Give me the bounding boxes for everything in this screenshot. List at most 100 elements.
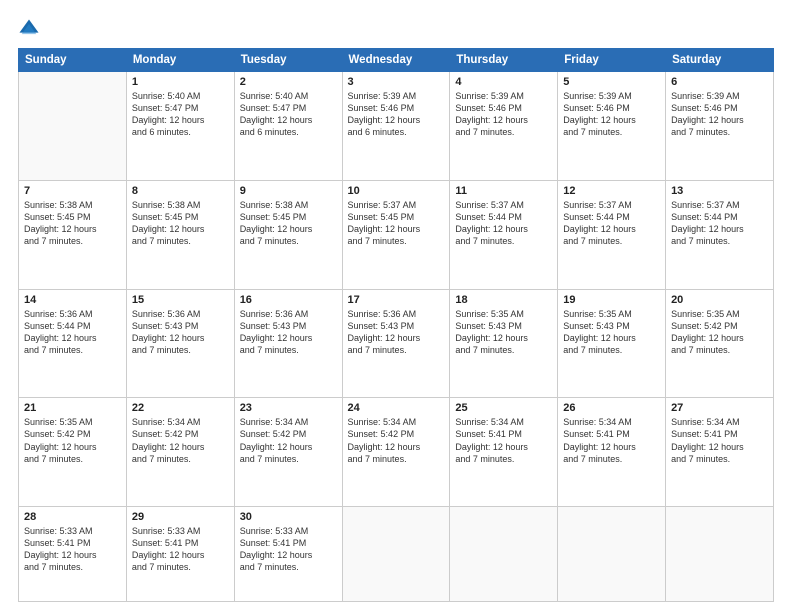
day-number: 17: [348, 294, 445, 306]
day-info: Sunrise: 5:34 AM Sunset: 5:42 PM Dayligh…: [348, 416, 445, 465]
day-info: Sunrise: 5:38 AM Sunset: 5:45 PM Dayligh…: [132, 199, 229, 248]
day-info: Sunrise: 5:34 AM Sunset: 5:41 PM Dayligh…: [455, 416, 552, 465]
day-info: Sunrise: 5:36 AM Sunset: 5:43 PM Dayligh…: [348, 308, 445, 357]
day-cell: 12 Sunrise: 5:37 AM Sunset: 5:44 PM Dayl…: [558, 180, 666, 289]
day-cell: 23 Sunrise: 5:34 AM Sunset: 5:42 PM Dayl…: [234, 398, 342, 507]
day-cell: 14 Sunrise: 5:36 AM Sunset: 5:44 PM Dayl…: [19, 289, 127, 398]
day-cell: 8 Sunrise: 5:38 AM Sunset: 5:45 PM Dayli…: [126, 180, 234, 289]
day-number: 24: [348, 402, 445, 414]
day-info: Sunrise: 5:35 AM Sunset: 5:43 PM Dayligh…: [563, 308, 660, 357]
day-cell: 7 Sunrise: 5:38 AM Sunset: 5:45 PM Dayli…: [19, 180, 127, 289]
day-number: 26: [563, 402, 660, 414]
day-cell: [19, 72, 127, 181]
day-number: 27: [671, 402, 768, 414]
day-cell: 9 Sunrise: 5:38 AM Sunset: 5:45 PM Dayli…: [234, 180, 342, 289]
weekday-header-sunday: Sunday: [19, 49, 127, 72]
day-number: 10: [348, 185, 445, 197]
day-cell: 13 Sunrise: 5:37 AM Sunset: 5:44 PM Dayl…: [666, 180, 774, 289]
day-cell: 4 Sunrise: 5:39 AM Sunset: 5:46 PM Dayli…: [450, 72, 558, 181]
day-cell: 27 Sunrise: 5:34 AM Sunset: 5:41 PM Dayl…: [666, 398, 774, 507]
day-cell: 15 Sunrise: 5:36 AM Sunset: 5:43 PM Dayl…: [126, 289, 234, 398]
day-number: 19: [563, 294, 660, 306]
day-info: Sunrise: 5:39 AM Sunset: 5:46 PM Dayligh…: [563, 90, 660, 139]
day-cell: [666, 507, 774, 602]
day-number: 5: [563, 76, 660, 88]
day-cell: 1 Sunrise: 5:40 AM Sunset: 5:47 PM Dayli…: [126, 72, 234, 181]
day-cell: 10 Sunrise: 5:37 AM Sunset: 5:45 PM Dayl…: [342, 180, 450, 289]
day-cell: 2 Sunrise: 5:40 AM Sunset: 5:47 PM Dayli…: [234, 72, 342, 181]
week-row-4: 21 Sunrise: 5:35 AM Sunset: 5:42 PM Dayl…: [19, 398, 774, 507]
logo: [18, 18, 44, 40]
week-row-3: 14 Sunrise: 5:36 AM Sunset: 5:44 PM Dayl…: [19, 289, 774, 398]
day-info: Sunrise: 5:38 AM Sunset: 5:45 PM Dayligh…: [24, 199, 121, 248]
day-info: Sunrise: 5:33 AM Sunset: 5:41 PM Dayligh…: [132, 525, 229, 574]
week-row-5: 28 Sunrise: 5:33 AM Sunset: 5:41 PM Dayl…: [19, 507, 774, 602]
day-info: Sunrise: 5:35 AM Sunset: 5:43 PM Dayligh…: [455, 308, 552, 357]
day-cell: 5 Sunrise: 5:39 AM Sunset: 5:46 PM Dayli…: [558, 72, 666, 181]
day-number: 20: [671, 294, 768, 306]
day-info: Sunrise: 5:36 AM Sunset: 5:44 PM Dayligh…: [24, 308, 121, 357]
day-info: Sunrise: 5:40 AM Sunset: 5:47 PM Dayligh…: [132, 90, 229, 139]
day-cell: 24 Sunrise: 5:34 AM Sunset: 5:42 PM Dayl…: [342, 398, 450, 507]
day-cell: 20 Sunrise: 5:35 AM Sunset: 5:42 PM Dayl…: [666, 289, 774, 398]
day-info: Sunrise: 5:35 AM Sunset: 5:42 PM Dayligh…: [24, 416, 121, 465]
day-cell: 22 Sunrise: 5:34 AM Sunset: 5:42 PM Dayl…: [126, 398, 234, 507]
day-info: Sunrise: 5:34 AM Sunset: 5:42 PM Dayligh…: [132, 416, 229, 465]
day-info: Sunrise: 5:37 AM Sunset: 5:44 PM Dayligh…: [455, 199, 552, 248]
day-info: Sunrise: 5:40 AM Sunset: 5:47 PM Dayligh…: [240, 90, 337, 139]
day-cell: 19 Sunrise: 5:35 AM Sunset: 5:43 PM Dayl…: [558, 289, 666, 398]
day-cell: 6 Sunrise: 5:39 AM Sunset: 5:46 PM Dayli…: [666, 72, 774, 181]
day-info: Sunrise: 5:37 AM Sunset: 5:44 PM Dayligh…: [563, 199, 660, 248]
weekday-header-tuesday: Tuesday: [234, 49, 342, 72]
day-info: Sunrise: 5:34 AM Sunset: 5:41 PM Dayligh…: [563, 416, 660, 465]
week-row-2: 7 Sunrise: 5:38 AM Sunset: 5:45 PM Dayli…: [19, 180, 774, 289]
day-cell: [558, 507, 666, 602]
day-number: 28: [24, 511, 121, 523]
day-info: Sunrise: 5:35 AM Sunset: 5:42 PM Dayligh…: [671, 308, 768, 357]
day-cell: 30 Sunrise: 5:33 AM Sunset: 5:41 PM Dayl…: [234, 507, 342, 602]
day-number: 30: [240, 511, 337, 523]
day-number: 8: [132, 185, 229, 197]
day-number: 3: [348, 76, 445, 88]
calendar-table: SundayMondayTuesdayWednesdayThursdayFrid…: [18, 48, 774, 602]
day-number: 12: [563, 185, 660, 197]
day-number: 9: [240, 185, 337, 197]
weekday-header-monday: Monday: [126, 49, 234, 72]
day-info: Sunrise: 5:33 AM Sunset: 5:41 PM Dayligh…: [24, 525, 121, 574]
week-row-1: 1 Sunrise: 5:40 AM Sunset: 5:47 PM Dayli…: [19, 72, 774, 181]
day-info: Sunrise: 5:34 AM Sunset: 5:41 PM Dayligh…: [671, 416, 768, 465]
day-number: 23: [240, 402, 337, 414]
weekday-header-thursday: Thursday: [450, 49, 558, 72]
weekday-header-friday: Friday: [558, 49, 666, 72]
day-number: 16: [240, 294, 337, 306]
day-number: 7: [24, 185, 121, 197]
day-cell: 29 Sunrise: 5:33 AM Sunset: 5:41 PM Dayl…: [126, 507, 234, 602]
day-number: 4: [455, 76, 552, 88]
day-info: Sunrise: 5:37 AM Sunset: 5:45 PM Dayligh…: [348, 199, 445, 248]
day-number: 15: [132, 294, 229, 306]
day-info: Sunrise: 5:33 AM Sunset: 5:41 PM Dayligh…: [240, 525, 337, 574]
day-info: Sunrise: 5:39 AM Sunset: 5:46 PM Dayligh…: [671, 90, 768, 139]
day-cell: [450, 507, 558, 602]
weekday-header-row: SundayMondayTuesdayWednesdayThursdayFrid…: [19, 49, 774, 72]
day-cell: 16 Sunrise: 5:36 AM Sunset: 5:43 PM Dayl…: [234, 289, 342, 398]
day-number: 1: [132, 76, 229, 88]
day-cell: 18 Sunrise: 5:35 AM Sunset: 5:43 PM Dayl…: [450, 289, 558, 398]
weekday-header-saturday: Saturday: [666, 49, 774, 72]
day-number: 11: [455, 185, 552, 197]
day-number: 22: [132, 402, 229, 414]
day-number: 18: [455, 294, 552, 306]
day-cell: [342, 507, 450, 602]
day-info: Sunrise: 5:38 AM Sunset: 5:45 PM Dayligh…: [240, 199, 337, 248]
page: SundayMondayTuesdayWednesdayThursdayFrid…: [0, 0, 792, 612]
day-cell: 3 Sunrise: 5:39 AM Sunset: 5:46 PM Dayli…: [342, 72, 450, 181]
day-cell: 25 Sunrise: 5:34 AM Sunset: 5:41 PM Dayl…: [450, 398, 558, 507]
logo-icon: [18, 18, 40, 40]
day-info: Sunrise: 5:36 AM Sunset: 5:43 PM Dayligh…: [240, 308, 337, 357]
day-number: 14: [24, 294, 121, 306]
header: [18, 18, 774, 40]
day-number: 13: [671, 185, 768, 197]
day-number: 6: [671, 76, 768, 88]
day-info: Sunrise: 5:37 AM Sunset: 5:44 PM Dayligh…: [671, 199, 768, 248]
day-number: 25: [455, 402, 552, 414]
